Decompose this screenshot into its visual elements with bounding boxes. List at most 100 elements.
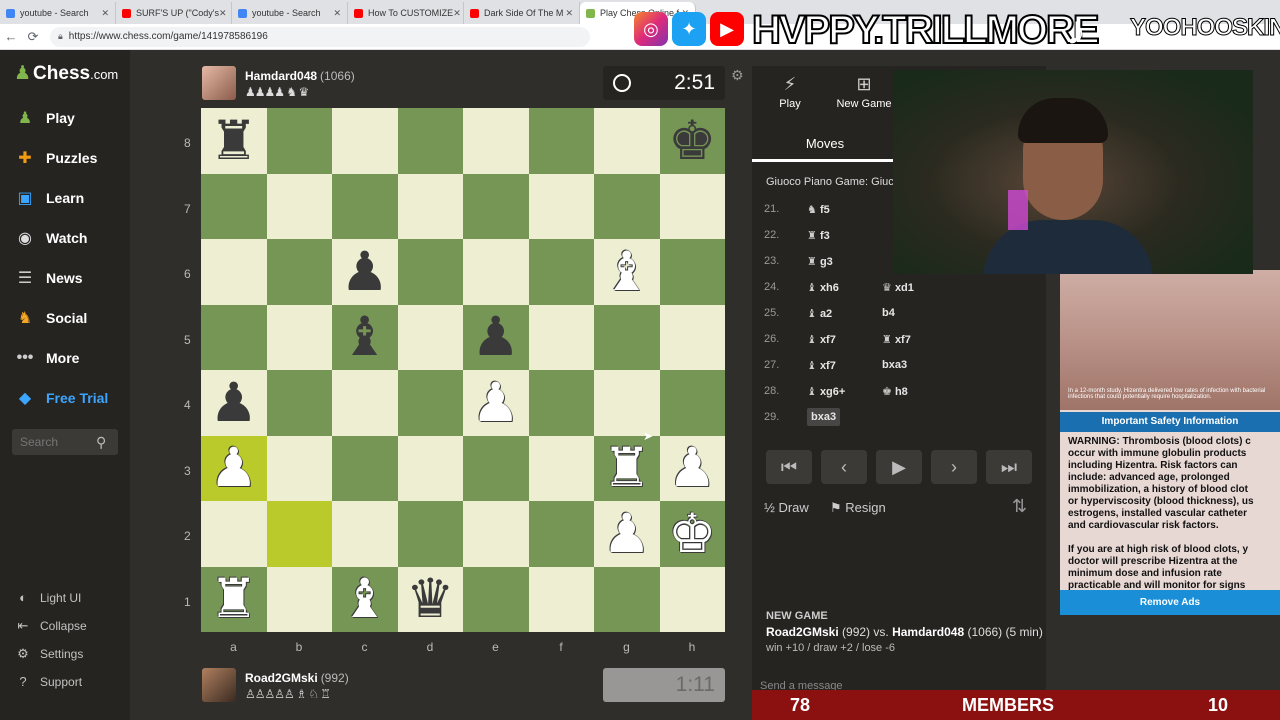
square-b1[interactable] [266, 566, 332, 632]
square-d5[interactable] [397, 304, 463, 370]
square-g8[interactable] [594, 108, 660, 174]
back-icon[interactable]: ← [0, 29, 22, 44]
black-pawn-icon[interactable]: ♟ [341, 245, 389, 299]
tab-new-game[interactable]: ⊞ New Game [836, 74, 892, 110]
play-button[interactable]: ▶ [876, 450, 922, 484]
square-g6[interactable]: ♝ [594, 239, 660, 305]
square-a1[interactable]: ♜ [201, 566, 267, 632]
square-g3[interactable]: ♜ [594, 435, 660, 501]
white-move[interactable]: ♝ xh6 [792, 281, 882, 294]
square-g4[interactable] [594, 370, 660, 436]
square-c8[interactable] [332, 108, 398, 174]
sidebar-item-watch[interactable]: ◉ Watch [14, 227, 87, 249]
square-f5[interactable] [528, 304, 594, 370]
black-move[interactable]: ♜ xf7 [882, 333, 982, 346]
reload-icon[interactable]: ⟳ [22, 29, 44, 45]
white-move[interactable]: ♜ g3 [792, 255, 882, 268]
square-f8[interactable] [528, 108, 594, 174]
close-icon[interactable]: ✕ [453, 8, 461, 19]
square-h3[interactable]: ♟ [659, 435, 725, 501]
square-d6[interactable] [397, 239, 463, 305]
sidebar-item-puzzles[interactable]: ✚ Puzzles [14, 147, 97, 169]
square-e6[interactable] [463, 239, 529, 305]
sidebar-item-social[interactable]: ♞ Social [14, 307, 87, 329]
sidebar-item-learn[interactable]: ▣ Learn [14, 187, 84, 209]
square-d8[interactable] [397, 108, 463, 174]
white-king-icon[interactable]: ♚ [668, 507, 716, 561]
square-a3[interactable]: ♟ [201, 435, 267, 501]
white-move[interactable]: ♜ f3 [792, 229, 882, 242]
square-h8[interactable]: ♚ [659, 108, 725, 174]
square-e4[interactable]: ♟ [463, 370, 529, 436]
square-h4[interactable] [659, 370, 725, 436]
black-king-icon[interactable]: ♚ [668, 114, 716, 168]
sidebar-bottom-support[interactable]: ? Support [14, 674, 82, 689]
square-h2[interactable]: ♚ [659, 501, 725, 567]
white-move[interactable]: ♝ xf7 [792, 333, 882, 346]
square-f2[interactable] [528, 501, 594, 567]
square-e7[interactable] [463, 173, 529, 239]
square-a2[interactable] [201, 501, 267, 567]
white-pawn-icon[interactable]: ♟ [472, 376, 520, 430]
square-d4[interactable] [397, 370, 463, 436]
square-b2[interactable] [266, 501, 332, 567]
square-h7[interactable] [659, 173, 725, 239]
previous-move-button[interactable]: ‹ [821, 450, 867, 484]
square-a6[interactable] [201, 239, 267, 305]
square-b5[interactable] [266, 304, 332, 370]
square-e3[interactable] [463, 435, 529, 501]
square-e8[interactable] [463, 108, 529, 174]
square-d3[interactable] [397, 435, 463, 501]
browser-tab[interactable]: Dark Side Of The M ✕ [464, 2, 580, 24]
square-c7[interactable] [332, 173, 398, 239]
white-move[interactable]: bxa3 [792, 408, 882, 426]
black-pawn-icon[interactable]: ♟ [210, 376, 258, 430]
square-g2[interactable]: ♟ [594, 501, 660, 567]
tab-play[interactable]: ⚡ Play [766, 74, 814, 110]
square-b6[interactable] [266, 239, 332, 305]
browser-tab[interactable]: SURF'S UP ("Cody's ✕ [116, 2, 232, 24]
white-pawn-icon[interactable]: ♟ [668, 441, 716, 495]
white-rook-icon[interactable]: ♜ [210, 572, 258, 626]
square-b4[interactable] [266, 370, 332, 436]
white-move[interactable]: ♝ xf7 [792, 359, 882, 372]
square-h6[interactable] [659, 239, 725, 305]
square-c4[interactable] [332, 370, 398, 436]
browser-tab[interactable]: youtube - Search ✕ [232, 2, 348, 24]
square-f7[interactable] [528, 173, 594, 239]
square-e2[interactable] [463, 501, 529, 567]
white-pawn-icon[interactable]: ♟ [603, 507, 651, 561]
draw-button[interactable]: ½ Draw [764, 500, 809, 515]
resign-button[interactable]: ⚑ Resign [830, 500, 886, 516]
opening-name[interactable]: Giuoco Piano Game: Giuc [766, 176, 894, 188]
sidebar-bottom-collapse[interactable]: ⇤ Collapse [14, 618, 87, 634]
white-bishop-icon[interactable]: ♝ [603, 245, 651, 299]
flip-board-icon[interactable]: ⇅ [1012, 496, 1027, 517]
first-move-button[interactable]: ⏮ [766, 450, 812, 484]
black-move[interactable]: b4 [882, 307, 982, 319]
sidebar-item-news[interactable]: ☰ News [14, 267, 83, 289]
black-move[interactable]: bxa3 [882, 359, 982, 371]
advertisement[interactable]: In a 12-month study, Hizentra delivered … [1060, 270, 1280, 615]
square-a7[interactable] [201, 173, 267, 239]
browser-tab[interactable]: youtube - Search ✕ [0, 2, 116, 24]
square-f4[interactable] [528, 370, 594, 436]
square-d1[interactable]: ♛ [397, 566, 463, 632]
square-f3[interactable] [528, 435, 594, 501]
black-move[interactable]: ♛ xd1 [882, 281, 982, 294]
chess-logo[interactable]: ♟ Chess.com [14, 62, 118, 85]
square-e5[interactable]: ♟ [463, 304, 529, 370]
close-icon[interactable]: ✕ [333, 8, 341, 19]
tab-moves[interactable]: Moves [752, 128, 898, 162]
square-d7[interactable] [397, 173, 463, 239]
square-c2[interactable] [332, 501, 398, 567]
square-g7[interactable] [594, 173, 660, 239]
square-f1[interactable] [528, 566, 594, 632]
square-b3[interactable] [266, 435, 332, 501]
chess-board[interactable]: ♜ ♚ ♟ ♝ ♝ ♟ ♟ ♟ ♟ ♜ ♟ ♟ ♚ ♜ ♝ ♛ [201, 108, 725, 632]
search-icon[interactable]: ⚲ [96, 434, 106, 451]
close-icon[interactable]: ✕ [219, 8, 227, 19]
square-a8[interactable]: ♜ [201, 108, 267, 174]
avatar[interactable] [202, 66, 236, 100]
sidebar-search[interactable]: ⚲ [12, 429, 118, 455]
